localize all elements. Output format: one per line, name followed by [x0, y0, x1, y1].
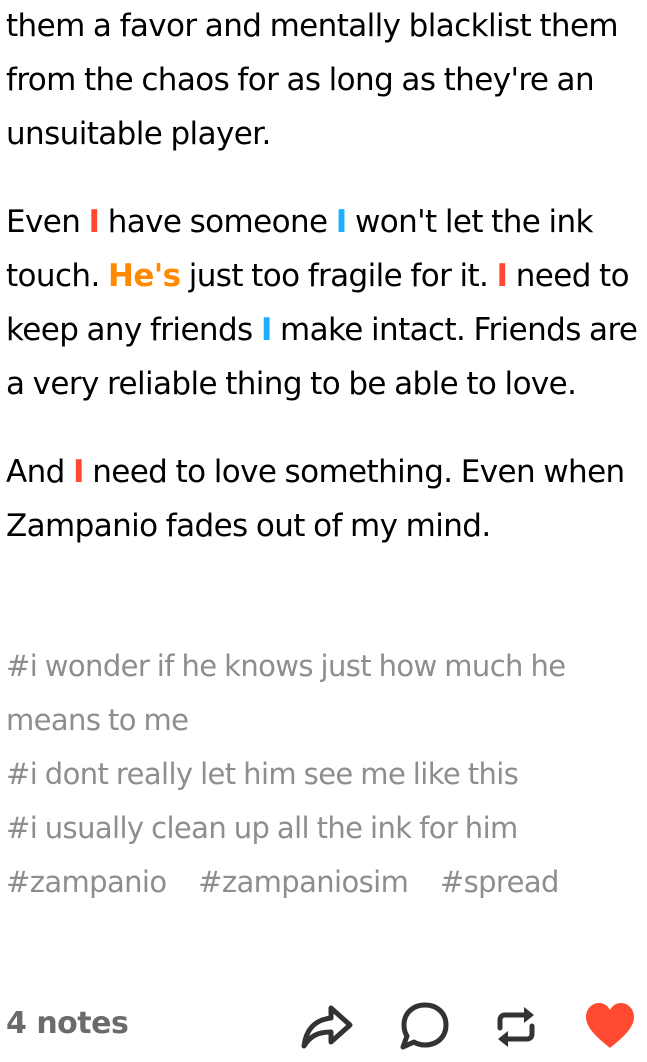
like-icon[interactable]: [582, 998, 638, 1054]
post-text: them a favor and mentally blacklist them…: [6, 8, 619, 152]
highlighted-word: I: [73, 454, 85, 490]
reblog-icon[interactable]: [488, 998, 544, 1054]
highlighted-word: I: [260, 312, 273, 348]
tag-link[interactable]: #i dont really let him see me like this: [6, 747, 642, 801]
post-body: them a favor and mentally blacklist them…: [6, 0, 642, 553]
post-paragraph: Even I have someone I won't let the ink …: [6, 195, 642, 411]
notes-count[interactable]: 4 notes: [6, 1006, 129, 1041]
tag-link[interactable]: #i usually clean up all the ink for him: [6, 801, 642, 855]
tag-link[interactable]: #zampanio: [6, 865, 167, 899]
share-icon[interactable]: [298, 998, 354, 1054]
post-tags: #i wonder if he knows just how much he m…: [6, 639, 642, 909]
post-text: And: [6, 454, 73, 490]
reply-icon[interactable]: [396, 998, 452, 1054]
post-text: Even: [6, 204, 89, 240]
post-text: have someone: [99, 204, 336, 240]
tag-row: #zampanio #zampaniosim #spread: [6, 855, 642, 909]
post-text: just too fragile for it.: [180, 258, 497, 294]
tag-link[interactable]: #spread: [440, 865, 560, 899]
highlighted-word: He's: [107, 258, 181, 294]
post-paragraph: And I need to love something. Even when …: [6, 445, 642, 553]
highlighted-word: I: [335, 204, 348, 240]
highlighted-word: I: [88, 204, 101, 240]
highlighted-word: I: [496, 258, 509, 294]
post-text: need to love something. Even when Zampan…: [6, 454, 625, 544]
tag-link[interactable]: #zampaniosim: [198, 865, 409, 899]
post-paragraph: them a favor and mentally blacklist them…: [6, 0, 642, 161]
post-footer: 4 notes: [0, 992, 647, 1062]
tag-link[interactable]: #i wonder if he knows just how much he m…: [6, 639, 642, 747]
